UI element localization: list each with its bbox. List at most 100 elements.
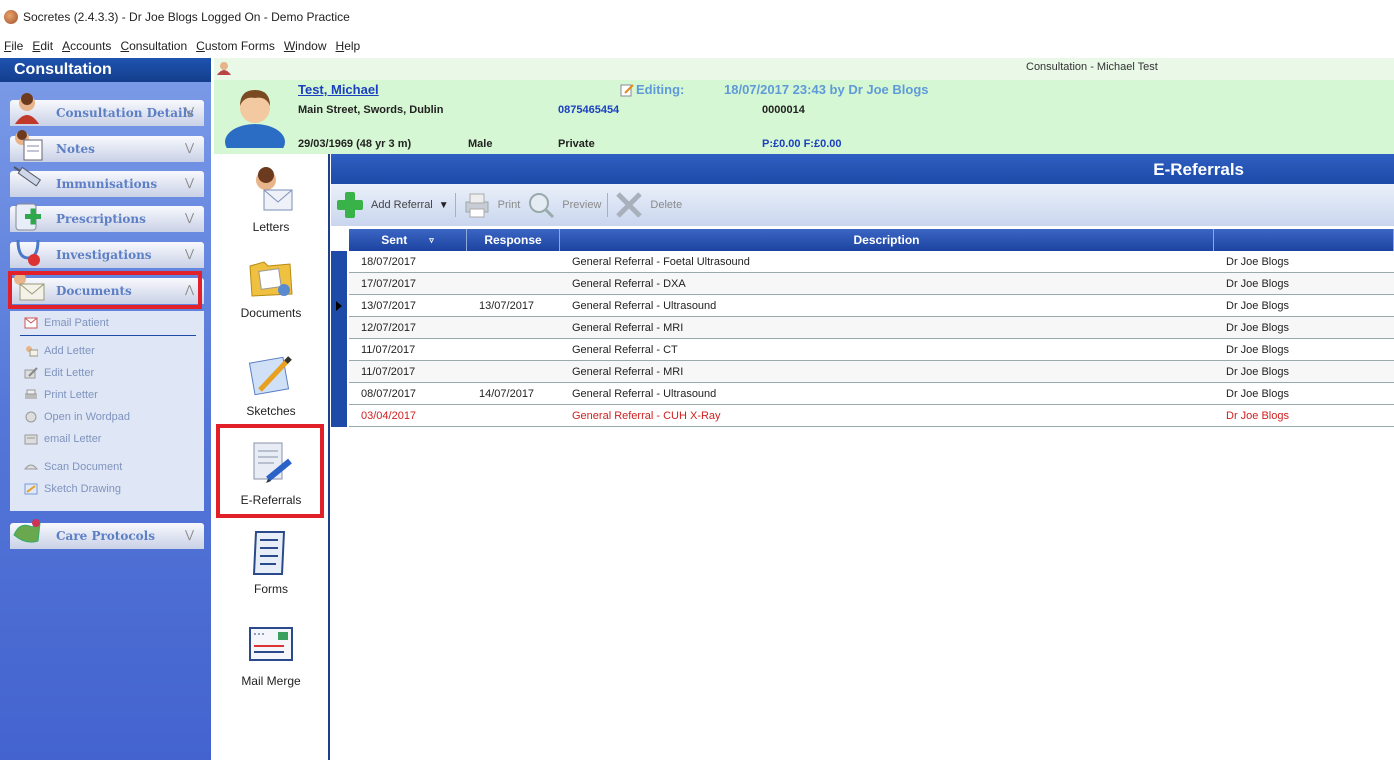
- cell-doctor: Dr Joe Blogs: [1226, 387, 1289, 400]
- menu-bar: File Edit Accounts Consultation Custom F…: [0, 34, 1394, 58]
- plus-icon: [337, 192, 363, 218]
- row-selector-current[interactable]: [331, 295, 347, 317]
- tool-documents[interactable]: Documents: [214, 252, 328, 320]
- column-header-doctor[interactable]: [1214, 229, 1394, 251]
- nav-group-notes[interactable]: Notes ⋁: [10, 130, 204, 162]
- table-row[interactable]: 17/07/2017 General Referral - DXA Dr Joe…: [331, 273, 1394, 295]
- patient-name-link[interactable]: Test, Michael: [298, 82, 379, 97]
- table-row[interactable]: 11/07/2017 General Referral - MRI Dr Joe…: [331, 361, 1394, 383]
- cell-sent: 12/07/2017: [361, 321, 417, 334]
- nav-group-care-protocols[interactable]: Care Protocols ⋁: [10, 519, 204, 549]
- open-in-wordpad-link[interactable]: Open in Wordpad: [24, 411, 130, 423]
- menu-consultation[interactable]: Consultation: [120, 39, 187, 53]
- tool-sketches[interactable]: Sketches: [214, 350, 328, 418]
- menu-edit[interactable]: Edit: [32, 39, 53, 53]
- menu-file[interactable]: File: [4, 39, 23, 53]
- menu-custom-forms[interactable]: Custom Forms: [196, 39, 275, 53]
- nav-group-label: Investigations: [56, 248, 152, 262]
- editing-info: 18/07/2017 23:43 by Dr Joe Blogs: [724, 82, 929, 97]
- patient-address: Main Street, Swords, Dublin: [298, 104, 444, 116]
- chevron-down-icon: ⋁: [184, 248, 194, 260]
- row-selector[interactable]: [331, 251, 347, 273]
- documents-folder-icon: [249, 261, 293, 297]
- cell-sent: 03/04/2017: [361, 409, 417, 422]
- e-referrals-grid: Sent ▿ Response Description 18/07/2017 G…: [331, 229, 1394, 427]
- print-letter-link[interactable]: Print Letter: [24, 389, 98, 401]
- edit-letter-link[interactable]: Edit Letter: [24, 367, 94, 379]
- tool-label: Forms: [254, 582, 288, 596]
- nav-group-investigations[interactable]: Investigations ⋁: [10, 239, 204, 268]
- row-selector[interactable]: [331, 383, 347, 405]
- cell-doctor: Dr Joe Blogs: [1226, 321, 1289, 334]
- cell-description: General Referral - MRI: [572, 321, 684, 334]
- nav-group-consultation-details[interactable]: Consultation Details ⋁: [10, 93, 204, 126]
- doc-item-label: Sketch Drawing: [44, 483, 122, 495]
- cell-sent: 11/07/2017: [361, 365, 416, 378]
- table-row[interactable]: 13/07/2017 13/07/2017 General Referral -…: [331, 295, 1394, 317]
- e-referrals-toolbar: Add Referral ▼ Print Preview Delete: [331, 184, 1394, 226]
- scan-document-link[interactable]: Scan Document: [24, 461, 122, 473]
- delete-button[interactable]: Delete: [614, 190, 682, 220]
- preview-button[interactable]: Preview: [526, 190, 601, 220]
- email-patient-link[interactable]: Email Patient: [24, 317, 109, 329]
- tool-label: Mail Merge: [241, 674, 301, 688]
- tool-label: Sketches: [246, 404, 296, 418]
- patient-scheme: Private: [558, 138, 595, 150]
- row-selector[interactable]: [331, 361, 347, 383]
- chevron-down-icon: ⋁: [184, 142, 194, 154]
- table-row[interactable]: 11/07/2017 General Referral - CT Dr Joe …: [331, 339, 1394, 361]
- wordpad-icon: [25, 411, 37, 423]
- sketch-drawing-link[interactable]: Sketch Drawing: [24, 483, 121, 495]
- cell-description: General Referral - MRI: [572, 365, 684, 378]
- print-button[interactable]: Print: [462, 190, 520, 220]
- menu-window[interactable]: Window: [284, 39, 327, 53]
- sidebar-header: Consultation: [0, 58, 211, 82]
- delete-label: Delete: [650, 199, 683, 211]
- nav-group-label: Notes: [56, 142, 95, 156]
- cell-response: [467, 273, 560, 294]
- nav-group-label: Immunisations: [56, 177, 158, 191]
- magnifier-icon: [529, 193, 555, 219]
- toolbar-separator: [454, 193, 456, 217]
- add-letter-link[interactable]: Add Letter: [24, 345, 95, 357]
- table-row[interactable]: 12/07/2017 General Referral - MRI Dr Joe…: [331, 317, 1394, 339]
- dropdown-arrow-icon[interactable]: ▼: [439, 200, 449, 211]
- cell-response: 14/07/2017: [479, 387, 535, 400]
- tool-mail-merge[interactable]: Mail Merge: [214, 620, 328, 688]
- mail-merge-icon: [249, 627, 293, 661]
- table-row[interactable]: 03/04/2017 General Referral - CUH X-Ray …: [331, 405, 1394, 427]
- toolbar-separator: [607, 193, 609, 217]
- notes-icon: [15, 130, 43, 161]
- tool-letters[interactable]: Letters: [214, 166, 328, 234]
- sort-descending-icon: ▿: [429, 234, 434, 245]
- doc-item-label: Edit Letter: [44, 367, 95, 379]
- cell-doctor: Dr Joe Blogs: [1226, 255, 1289, 268]
- tool-forms[interactable]: Forms: [214, 528, 328, 596]
- row-selector[interactable]: [331, 405, 347, 427]
- add-referral-button[interactable]: Add Referral ▼: [335, 190, 449, 220]
- cell-response: [467, 317, 560, 338]
- syringe-icon: [13, 166, 42, 187]
- prescription-icon: [15, 203, 41, 231]
- row-selector[interactable]: [331, 273, 347, 295]
- row-selector[interactable]: [331, 317, 347, 339]
- nav-group-immunisations[interactable]: Immunisations ⋁: [10, 166, 204, 197]
- table-row[interactable]: 18/07/2017 General Referral - Foetal Ult…: [331, 251, 1394, 273]
- chevron-down-icon: ⋁: [184, 177, 194, 189]
- menu-help[interactable]: Help: [336, 39, 361, 53]
- forms-icon: [252, 531, 286, 575]
- email-letter-link[interactable]: email Letter: [24, 433, 101, 445]
- cell-description: General Referral - CUH X-Ray: [572, 409, 721, 422]
- nav-group-prescriptions[interactable]: Prescriptions ⋁: [10, 203, 204, 232]
- table-row[interactable]: 08/07/2017 14/07/2017 General Referral -…: [331, 383, 1394, 405]
- menu-accounts[interactable]: Accounts: [62, 39, 111, 53]
- patient-dob: 29/03/1969 (48 yr 3 m): [298, 138, 412, 150]
- row-selector[interactable]: [331, 339, 347, 361]
- doc-item-label: Open in Wordpad: [44, 411, 131, 423]
- column-header-response[interactable]: Response: [467, 229, 560, 251]
- column-header-sent[interactable]: Sent ▿: [349, 229, 467, 251]
- e-referrals-header: E-Referrals: [331, 154, 1394, 184]
- cell-description: General Referral - Ultrasound: [572, 387, 717, 400]
- column-header-description[interactable]: Description: [560, 229, 1214, 251]
- doc-item-label: Print Letter: [44, 389, 98, 401]
